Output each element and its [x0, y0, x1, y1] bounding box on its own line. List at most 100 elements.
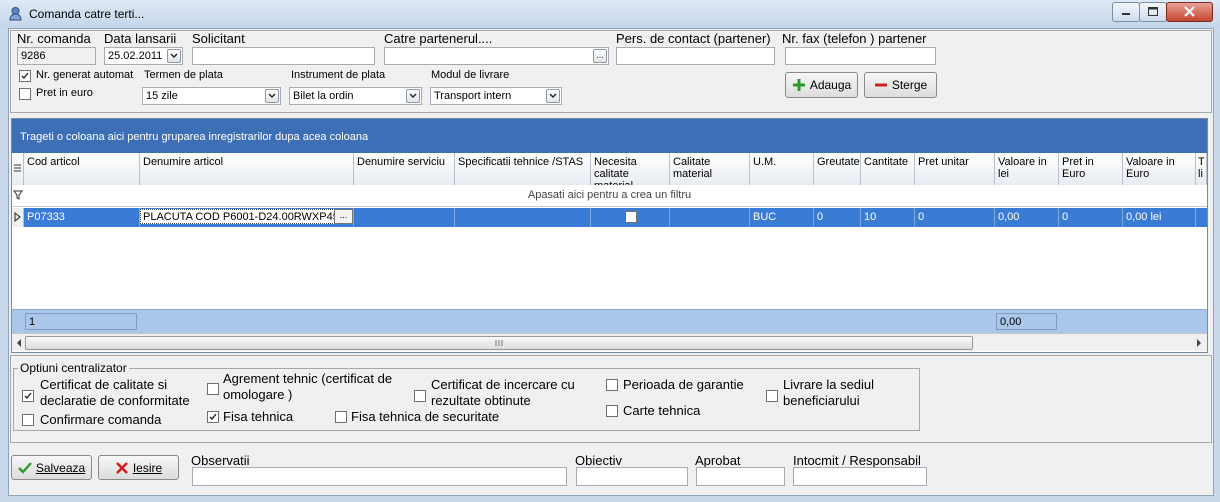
close-icon — [1184, 6, 1195, 17]
pret-euro-checkbox[interactable] — [19, 88, 31, 100]
articles-grid[interactable]: Trageti o coloana aici pentru gruparea i… — [11, 118, 1208, 353]
cell-serviciu[interactable] — [354, 208, 455, 227]
cell-denumire[interactable]: PLACUTA COD P6001-D24.00RWXP45 ... — [140, 208, 354, 227]
termen-plata-select[interactable]: 15 zile — [142, 87, 281, 105]
horizontal-scrollbar[interactable] — [12, 333, 1207, 351]
adauga-button[interactable]: Adauga — [785, 72, 858, 98]
col-header-necesita-calitate[interactable]: Necesita calitate material — [591, 153, 670, 185]
grid-header: Cod articol Denumire articol Denumire se… — [12, 153, 1207, 186]
options-legend: Optiuni centralizator — [20, 361, 127, 375]
modul-livrare-select[interactable]: Transport intern — [430, 87, 562, 105]
check-icon — [21, 72, 29, 80]
obiectiv-field[interactable] — [576, 467, 688, 486]
cell-specificatii[interactable] — [455, 208, 591, 227]
nr-generat-label: Nr. generat automat — [36, 69, 134, 81]
col-header-cod-articol[interactable]: Cod articol — [24, 153, 140, 185]
cell-valoare-euro[interactable]: 0,00 lei — [1123, 208, 1196, 227]
salveaza-button[interactable]: Salveaza — [11, 455, 92, 480]
check-icon — [24, 392, 32, 400]
app-icon — [8, 6, 23, 21]
perioada-garantie-checkbox[interactable] — [606, 379, 618, 391]
minimize-button[interactable] — [1112, 2, 1140, 22]
nr-fax-field[interactable] — [785, 47, 936, 65]
data-lansarii-value: 25.02.2011 — [108, 50, 163, 62]
scroll-thumb[interactable] — [25, 336, 973, 350]
col-header-valoare-euro[interactable]: Valoare in Euro — [1123, 153, 1196, 185]
filter-row[interactable]: Apasati aici pentru a crea un filtru — [12, 185, 1207, 207]
ellipsis-button[interactable]: ... — [593, 49, 607, 63]
chevron-down-icon[interactable] — [265, 89, 279, 103]
list-icon — [14, 164, 21, 172]
col-header-um[interactable]: U.M. — [750, 153, 814, 185]
cell-pret-euro[interactable]: 0 — [1059, 208, 1123, 227]
agrement-tehnic-label: Agrement tehnic (certificat de omologare… — [223, 371, 393, 402]
maximize-button[interactable] — [1139, 2, 1167, 22]
ellipsis-button[interactable]: ... — [334, 209, 353, 224]
chevron-down-icon[interactable] — [406, 89, 420, 103]
agrement-tehnic-checkbox[interactable] — [207, 383, 219, 395]
intocmit-field[interactable] — [793, 467, 927, 486]
confirmare-comanda-checkbox[interactable] — [22, 414, 34, 426]
group-by-panel[interactable]: Trageti o coloana aici pentru gruparea i… — [12, 119, 1207, 153]
nr-generat-checkbox[interactable] — [19, 70, 31, 82]
fisa-tehnica-label: Fisa tehnica — [223, 409, 294, 424]
instrument-plata-value: Bilet la ordin — [293, 90, 354, 102]
cell-valoare-lei[interactable]: 0,00 — [995, 208, 1059, 227]
footer-total-lei: 0,00 — [996, 313, 1057, 330]
catre-partener-field[interactable]: ... — [384, 47, 609, 65]
chevron-down-icon[interactable] — [546, 89, 560, 103]
pers-contact-field[interactable] — [616, 47, 775, 65]
col-header-calitate-material[interactable]: Calitate material — [670, 153, 750, 185]
col-header-valoare-lei[interactable]: Valoare in lei — [995, 153, 1059, 185]
cell-calitate[interactable] — [670, 208, 750, 227]
solicitant-field[interactable] — [192, 47, 375, 65]
col-header-truncated[interactable]: T li — [1196, 153, 1207, 185]
carte-tehnica-label: Carte tehnica — [623, 403, 701, 418]
cell-um[interactable]: BUC — [750, 208, 814, 227]
certificat-calitate-checkbox[interactable] — [22, 390, 34, 402]
observatii-field[interactable] — [192, 467, 567, 486]
livrare-sediu-checkbox[interactable] — [766, 390, 778, 402]
close-button[interactable] — [1166, 2, 1213, 22]
col-header-pret-euro[interactable]: Pret in Euro — [1059, 153, 1123, 185]
cell-pret-unitar[interactable]: 0 — [915, 208, 995, 227]
carte-tehnica-checkbox[interactable] — [606, 405, 618, 417]
adauga-label: Adauga — [809, 78, 852, 92]
sterge-button[interactable]: Sterge — [864, 72, 937, 98]
fisa-tehnica-checkbox[interactable] — [207, 411, 219, 423]
col-header-cantitate[interactable]: Cantitate — [861, 153, 915, 185]
scroll-left-icon[interactable] — [15, 337, 23, 351]
iesire-button[interactable]: Iesire — [98, 455, 179, 480]
cell-cod[interactable]: P07333 — [24, 208, 140, 227]
certificat-incercare-label: Certificat de incercare cu rezultate obt… — [431, 377, 575, 408]
fisa-securitate-checkbox[interactable] — [335, 411, 347, 423]
certificat-incercare-checkbox[interactable] — [414, 390, 426, 402]
termen-plata-label: Termen de plata — [144, 69, 223, 81]
solicitant-label: Solicitant — [192, 31, 245, 46]
row-indicator[interactable] — [12, 208, 24, 227]
window-title: Comanda catre terti... — [29, 7, 145, 21]
perioada-garantie-label: Perioada de garantie — [623, 377, 744, 392]
chevron-down-icon[interactable] — [167, 49, 181, 63]
aprobat-field[interactable] — [696, 467, 785, 486]
title-bar[interactable]: Comanda catre terti... — [0, 0, 1220, 28]
col-header-greutate[interactable]: Greutate — [814, 153, 861, 185]
cell-greutate[interactable]: 0 — [814, 208, 861, 227]
col-header-pret-unitar[interactable]: Pret unitar — [915, 153, 995, 185]
table-row[interactable]: P07333 PLACUTA COD P6001-D24.00RWXP45 ..… — [12, 208, 1207, 227]
nr-comanda-field[interactable]: 9286 — [17, 47, 96, 65]
col-header-denumire-serviciu[interactable]: Denumire serviciu — [354, 153, 455, 185]
aprobat-label: Aprobat — [695, 453, 741, 468]
instrument-plata-select[interactable]: Bilet la ordin — [289, 87, 422, 105]
data-lansarii-date-picker[interactable]: 25.02.2011 — [104, 47, 183, 65]
denumire-editor[interactable]: PLACUTA COD P6001-D24.00RWXP45 — [140, 209, 353, 224]
scroll-right-icon[interactable] — [1195, 337, 1203, 351]
column-chooser-button[interactable] — [12, 153, 24, 185]
catre-partener-label: Catre partenerul.... — [384, 31, 493, 46]
salveaza-label: Salveaza — [35, 460, 86, 475]
col-header-specificatii[interactable]: Specificatii tehnice /STAS — [455, 153, 591, 185]
cell-necesita-calitate[interactable] — [591, 208, 670, 227]
cell-cantitate[interactable]: 10 — [861, 208, 915, 227]
necesita-calitate-checkbox[interactable] — [625, 211, 637, 223]
col-header-denumire-articol[interactable]: Denumire articol — [140, 153, 354, 185]
